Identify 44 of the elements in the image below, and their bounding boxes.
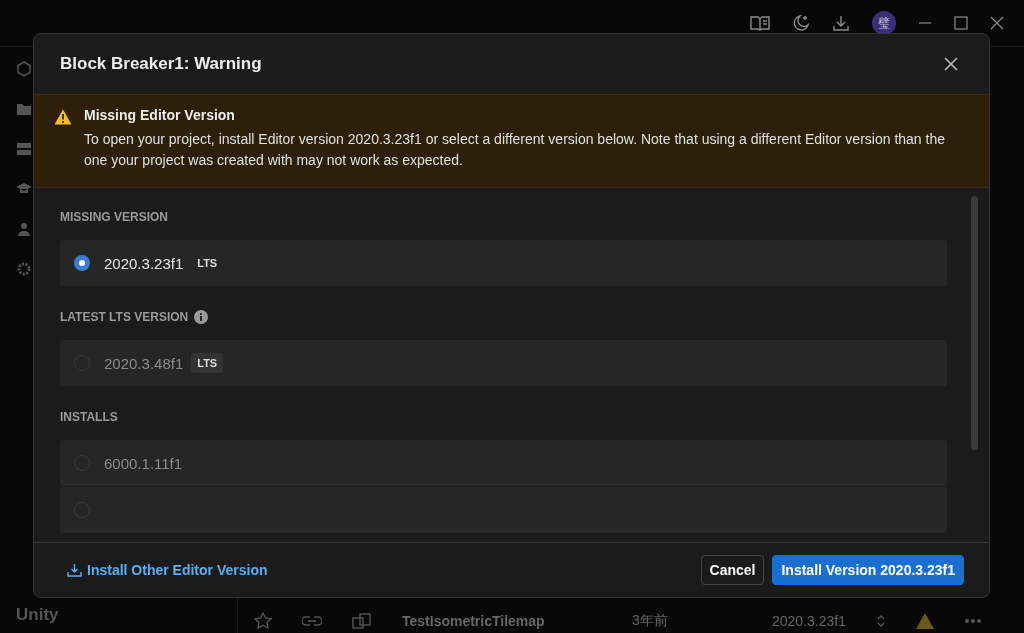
project-name: TestIsometricTilemap	[402, 613, 546, 629]
folder-icon[interactable]	[16, 101, 32, 117]
version-option[interactable]: 2020.3.23f1 LTS	[60, 240, 947, 286]
device-icon[interactable]	[352, 613, 372, 629]
cancel-button[interactable]: Cancel	[700, 555, 765, 585]
info-icon[interactable]	[194, 310, 209, 324]
section-heading: LATEST LTS VERSION	[60, 310, 189, 324]
maximize-icon[interactable]	[954, 16, 968, 30]
version-number: 2020.3.48f1	[104, 354, 184, 372]
grid-icon[interactable]	[16, 141, 32, 157]
moon-icon[interactable]	[792, 14, 810, 32]
brand-name: Unity	[16, 605, 60, 625]
radio-button[interactable]	[74, 255, 90, 271]
close-icon[interactable]	[990, 16, 1004, 30]
star-icon[interactable]	[254, 612, 272, 630]
warning-icon	[54, 109, 72, 125]
caret-icon[interactable]	[875, 614, 886, 628]
people-icon[interactable]	[16, 221, 32, 237]
version-option[interactable]: 6000.1.11f1	[60, 440, 947, 486]
project-row[interactable]: TestIsometricTilemap 3年前 2020.3.23f1	[238, 609, 1024, 633]
link-icon[interactable]	[302, 614, 322, 628]
section-heading: INSTALLS	[60, 410, 118, 424]
modified-time: 3年前	[632, 612, 669, 630]
book-icon[interactable]	[750, 15, 770, 31]
warning-title: Missing Editor Version	[84, 107, 236, 123]
download-icon[interactable]	[832, 14, 850, 32]
scrollbar[interactable]	[971, 196, 978, 450]
cube-icon[interactable]	[16, 61, 32, 77]
warning-message: To open your project, install Editor version 2020.3.23f1 or select a different version below. Note that using a different Editor version than the one your project was created with may not work as expected.	[84, 130, 946, 170]
editor-version: 2020.3.23f1	[772, 613, 846, 629]
install-other-link[interactable]: Install Other Editor Version	[67, 562, 268, 578]
lts-tag: LTS	[191, 253, 224, 273]
section-heading: MISSING VERSION	[60, 210, 169, 224]
install-button[interactable]: Install Version 2020.3.23f1	[772, 555, 964, 585]
warning-icon	[915, 613, 934, 629]
version-option[interactable]: 2020.3.48f1 LTS	[60, 340, 947, 386]
download-icon	[67, 563, 82, 577]
user-avatar[interactable]: 璧	[872, 11, 896, 35]
version-number: 6000.1.11f1	[104, 454, 183, 472]
version-number: 2020.3.23f1	[104, 254, 184, 272]
dialog-title: Block Breaker1: Warning	[60, 54, 262, 74]
close-icon[interactable]	[943, 56, 959, 72]
more-icon[interactable]	[963, 618, 982, 624]
lts-tag: LTS	[191, 353, 224, 373]
